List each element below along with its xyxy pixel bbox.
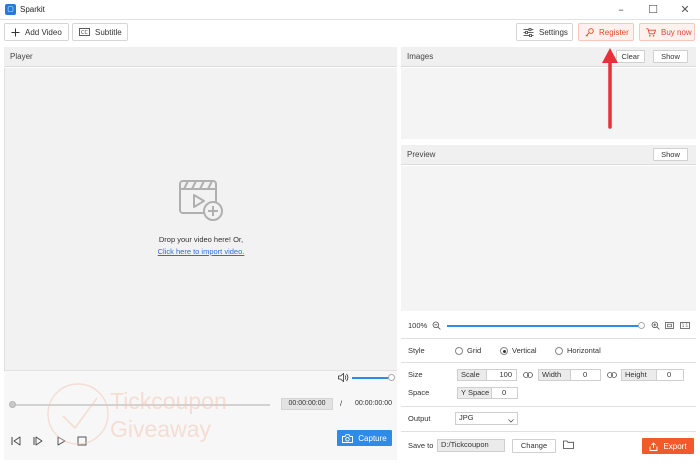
images-title: Images [407, 52, 434, 61]
scale-input[interactable]: 100 [486, 369, 517, 381]
volume-icon[interactable] [338, 372, 349, 384]
watermark-line2: Giveaway [110, 416, 211, 442]
divider [401, 362, 696, 363]
width-input[interactable]: 0 [570, 369, 601, 381]
volume-knob[interactable] [388, 374, 395, 381]
output-format-value: JPG [459, 413, 474, 422]
watermark-line1: Tickcoupon [110, 388, 227, 414]
app-logo-icon: ▢ [5, 4, 16, 15]
player-drop-zone[interactable]: Drop your video here! Or, Click here to … [4, 68, 397, 370]
fit-screen-icon[interactable] [665, 321, 674, 332]
yspace-label: Y Space [457, 387, 492, 399]
output-format-select[interactable]: JPG [455, 412, 518, 425]
size-label: Size [408, 370, 423, 379]
yspace-input[interactable]: 0 [491, 387, 518, 399]
divider [401, 338, 696, 339]
height-input[interactable]: 0 [656, 369, 684, 381]
export-label: Export [663, 441, 687, 451]
style-vertical-label: Vertical [512, 346, 537, 355]
plus-icon [11, 28, 20, 37]
zoom-knob[interactable] [638, 322, 645, 329]
minimize-button[interactable]: – [608, 2, 634, 18]
capture-label: Capture [358, 433, 387, 443]
preview-title: Preview [407, 150, 436, 159]
images-area [401, 68, 696, 139]
space-label: Space [408, 388, 430, 397]
svg-text:CC: CC [81, 30, 88, 36]
zoom-out-icon[interactable] [432, 321, 441, 332]
style-grid-radio[interactable] [455, 347, 463, 355]
zoom-in-icon[interactable] [651, 321, 660, 332]
output-label: Output [408, 414, 431, 423]
folder-icon[interactable] [563, 440, 574, 451]
save-to-label: Save to [408, 441, 434, 450]
maximize-button[interactable]: ☐ [640, 2, 666, 18]
annotation-arrow [601, 45, 619, 131]
video-add-icon [179, 178, 225, 224]
cc-icon: CC [79, 28, 90, 36]
subtitle-label: Subtitle [95, 27, 122, 37]
style-horizontal-label: Horizontal [567, 346, 601, 355]
previous-frame-icon[interactable] [11, 436, 21, 448]
actual-size-icon[interactable]: 1:1 [680, 321, 690, 332]
camera-icon [342, 433, 354, 443]
divider [401, 431, 696, 432]
images-show-button[interactable]: Show [653, 50, 688, 63]
volume-slider[interactable] [352, 377, 390, 379]
buy-now-label: Buy now [661, 27, 692, 37]
app-title: Sparkit [20, 5, 45, 14]
link-icon[interactable] [523, 371, 533, 381]
scale-label: Scale [457, 369, 487, 381]
player-title: Player [10, 52, 33, 61]
save-path-input[interactable]: D:/Tickcoupon [437, 439, 505, 452]
width-label: Width [538, 369, 571, 381]
style-grid-label: Grid [467, 346, 482, 355]
sliders-icon [523, 27, 534, 37]
drop-hint: Drop your video here! Or, [158, 235, 244, 244]
export-icon [649, 441, 658, 451]
add-video-button[interactable]: Add Video [4, 23, 69, 41]
preview-area [401, 166, 696, 311]
add-video-label: Add Video [25, 27, 62, 37]
current-time: 00:00:00:00 [281, 398, 333, 410]
style-label: Style [408, 346, 425, 355]
player-header: Player [4, 47, 397, 67]
preview-show-button[interactable]: Show [653, 148, 688, 161]
capture-button[interactable]: Capture [337, 430, 392, 446]
link-icon[interactable] [607, 371, 617, 381]
settings-button[interactable]: Settings [516, 23, 573, 41]
toolbar: Add Video CC Subtitle Settings Register … [0, 21, 700, 45]
register-button[interactable]: Register [578, 23, 634, 41]
key-icon [585, 27, 594, 37]
height-label: Height [621, 369, 657, 381]
subtitle-button[interactable]: CC Subtitle [72, 23, 128, 41]
watermark: Tickcoupon Giveaway [38, 380, 248, 450]
change-path-button[interactable]: Change [512, 439, 556, 453]
preview-header: Preview [401, 145, 696, 165]
export-button[interactable]: Export [642, 438, 694, 454]
time-separator: / [340, 399, 343, 408]
images-clear-button[interactable]: Clear [616, 50, 645, 63]
title-bar: ▢ Sparkit – ☐ ✕ [0, 0, 700, 20]
import-video-link[interactable]: Click here to import video. [158, 247, 245, 256]
chevron-down-icon [508, 416, 514, 426]
divider [401, 406, 696, 407]
total-time: 00:00:00:00 [355, 400, 392, 407]
register-label: Register [599, 27, 629, 37]
settings-label: Settings [539, 27, 568, 37]
cart-icon [646, 27, 656, 37]
style-horizontal-radio[interactable] [555, 347, 563, 355]
images-header: Images [401, 47, 696, 67]
zoom-level: 100% [408, 321, 428, 330]
close-button[interactable]: ✕ [672, 2, 698, 18]
style-vertical-radio[interactable] [500, 347, 508, 355]
timeline-knob[interactable] [9, 401, 16, 408]
svg-text:1:1: 1:1 [682, 323, 689, 328]
buy-now-button[interactable]: Buy now [639, 23, 695, 41]
zoom-slider[interactable] [447, 325, 642, 327]
